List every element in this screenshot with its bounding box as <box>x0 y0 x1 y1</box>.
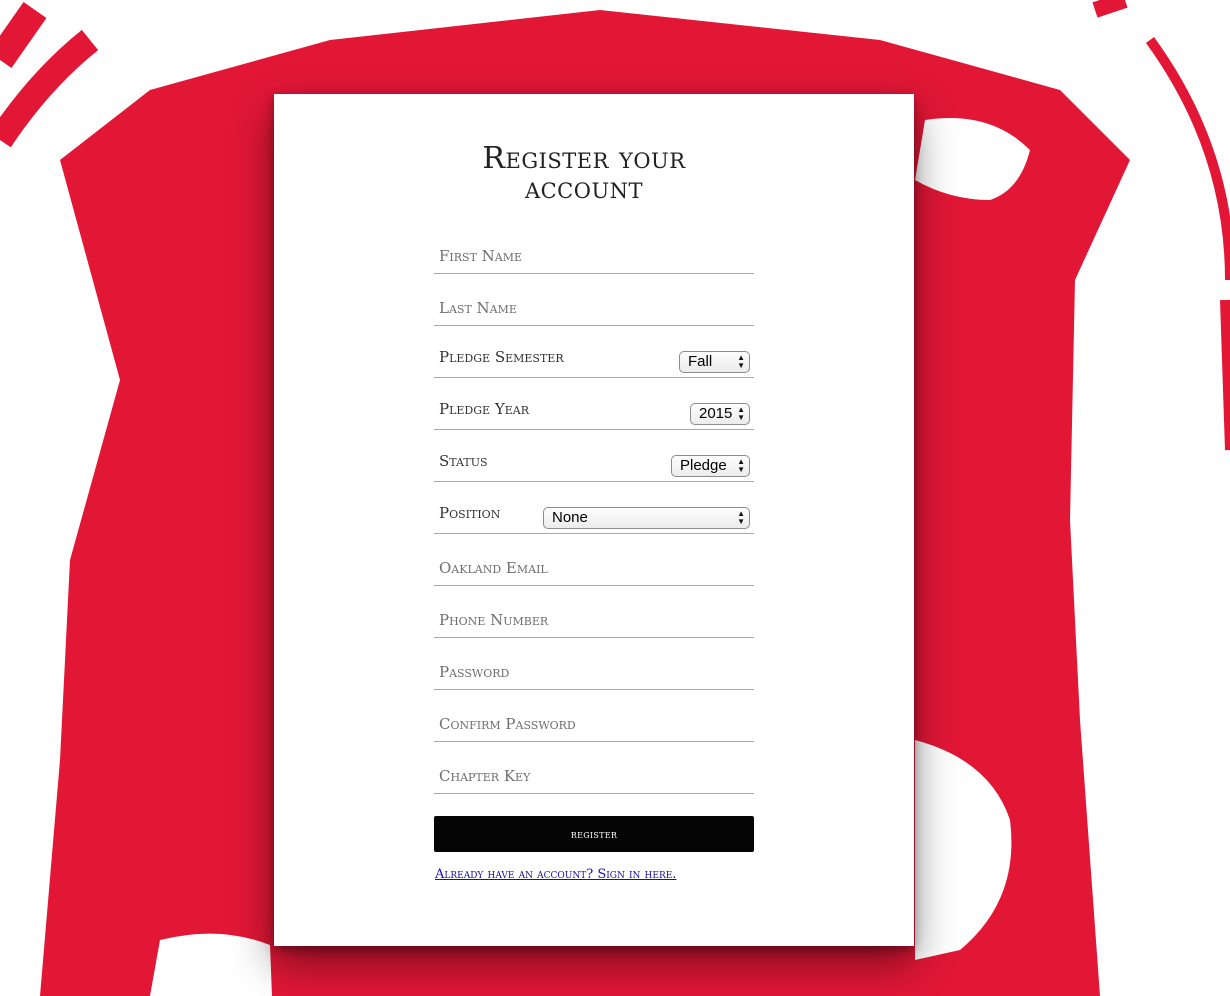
position-label: Position <box>439 504 501 522</box>
page-title: Register your account <box>274 144 894 204</box>
first-name-row <box>434 222 754 274</box>
pledge-semester-label: Pledge Semester <box>439 348 564 366</box>
last-name-input[interactable] <box>434 291 754 325</box>
password-row <box>434 638 754 690</box>
phone-number-row <box>434 586 754 638</box>
pledge-year-select[interactable]: 2015 ▲ ▼ <box>690 403 750 425</box>
position-value: None <box>552 509 588 526</box>
registration-form: Pledge Semester Fall ▲▼ Pledge Year 2015… <box>434 222 754 794</box>
page-title-line2: account <box>524 171 644 206</box>
chapter-key-row <box>434 742 754 794</box>
pledge-year-value: 2015 <box>699 405 733 422</box>
oakland-email-row <box>434 534 754 586</box>
status-row: Status Pledge ▲ ▼ <box>434 430 754 482</box>
page-title-line1: Register your <box>482 141 686 176</box>
select-arrows-icon: ▲ ▼ <box>737 457 745 474</box>
position-row: Position None ▲ ▼ <box>434 482 754 534</box>
status-select[interactable]: Pledge ▲ ▼ <box>671 455 750 477</box>
password-input[interactable] <box>434 655 754 689</box>
register-button[interactable]: register <box>434 816 754 852</box>
select-arrows-icon: ▲ ▼ <box>737 509 745 526</box>
status-label: Status <box>439 452 488 470</box>
confirm-password-row <box>434 690 754 742</box>
sign-in-link[interactable]: Already have an account? Sign in here. <box>435 867 676 882</box>
phone-number-input[interactable] <box>434 603 754 637</box>
status-value: Pledge <box>680 457 727 474</box>
confirm-password-input[interactable] <box>434 707 754 741</box>
chapter-key-input[interactable] <box>434 759 754 793</box>
pledge-year-label: Pledge Year <box>439 400 529 418</box>
pledge-semester-row: Pledge Semester Fall ▲ ▼ <box>434 326 754 378</box>
select-arrows-icon: ▲ ▼ <box>737 405 745 422</box>
select-arrows-icon: ▲ ▼ <box>737 353 745 370</box>
pledge-semester-select[interactable]: Fall ▲ ▼ <box>679 351 750 373</box>
position-select[interactable]: None ▲ ▼ <box>543 507 750 529</box>
oakland-email-input[interactable] <box>434 551 754 585</box>
register-card: Register your account Pledge Semester Fa… <box>274 94 914 946</box>
first-name-input[interactable] <box>434 239 754 273</box>
pledge-semester-value: Fall <box>688 353 713 370</box>
last-name-row <box>434 274 754 326</box>
pledge-year-row: Pledge Year 2015 ▲ ▼ <box>434 378 754 430</box>
